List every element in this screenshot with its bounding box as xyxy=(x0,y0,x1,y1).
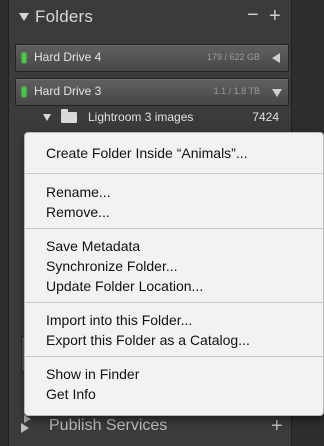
publish-services-panel-header[interactable]: Publish Services + xyxy=(9,415,291,439)
volume-bar-hard-drive-3[interactable]: Hard Drive 3 1.1 / 1.8 TB xyxy=(15,78,289,106)
expanded-triangle-icon[interactable] xyxy=(43,114,51,121)
folder-row-lightroom-3-images[interactable]: Lightroom 3 images 7424 xyxy=(9,107,291,129)
menu-separator xyxy=(25,228,323,229)
menu-item-show-in-finder[interactable]: Show in Finder xyxy=(46,364,139,384)
menu-item-create-folder-inside[interactable]: Create Folder Inside “Animals”... xyxy=(46,143,248,163)
menu-item-export-as-catalog[interactable]: Export this Folder as a Catalog... xyxy=(46,330,250,350)
drive-status-icon xyxy=(22,87,26,97)
drive-name: Hard Drive 3 xyxy=(34,84,102,98)
menu-item-rename[interactable]: Rename... xyxy=(46,182,111,202)
menu-separator xyxy=(25,356,323,357)
collapsed-triangle-icon[interactable] xyxy=(272,53,280,63)
folder-photo-count: 7424 xyxy=(252,110,279,124)
drive-capacity: 1.1 / 1.8 TB xyxy=(213,86,260,96)
volume-bar-hard-drive-4[interactable]: Hard Drive 4 179 / 622 GB xyxy=(15,44,289,72)
panel-disclosure-icon[interactable] xyxy=(21,423,29,433)
menu-separator xyxy=(25,302,323,303)
menu-item-import-into-folder[interactable]: Import into this Folder... xyxy=(46,310,192,330)
publish-services-title: Publish Services xyxy=(49,417,168,434)
panel-disclosure-icon[interactable] xyxy=(19,13,29,21)
menu-item-synchronize-folder[interactable]: Synchronize Folder... xyxy=(46,256,178,276)
folders-panel-header[interactable]: Folders − + xyxy=(9,0,291,40)
drive-status-icon xyxy=(22,53,26,63)
menu-item-update-folder-location[interactable]: Update Folder Location... xyxy=(46,276,203,296)
folder-context-menu: Create Folder Inside “Animals”... Rename… xyxy=(24,132,324,416)
menu-item-save-metadata[interactable]: Save Metadata xyxy=(46,236,140,256)
menu-item-remove[interactable]: Remove... xyxy=(46,202,110,222)
panel-title: Folders xyxy=(35,7,94,26)
menu-separator xyxy=(25,173,323,174)
remove-folder-button[interactable]: − xyxy=(247,5,259,25)
menu-item-get-info[interactable]: Get Info xyxy=(46,384,96,404)
folder-label: Lightroom 3 images xyxy=(88,110,194,124)
folder-icon xyxy=(61,109,77,123)
expanded-triangle-icon[interactable] xyxy=(272,89,282,97)
add-publish-service-button[interactable]: + xyxy=(271,415,283,438)
drive-name: Hard Drive 4 xyxy=(34,50,102,64)
add-folder-button[interactable]: + xyxy=(269,6,281,26)
drive-capacity: 179 / 622 GB xyxy=(206,52,260,62)
